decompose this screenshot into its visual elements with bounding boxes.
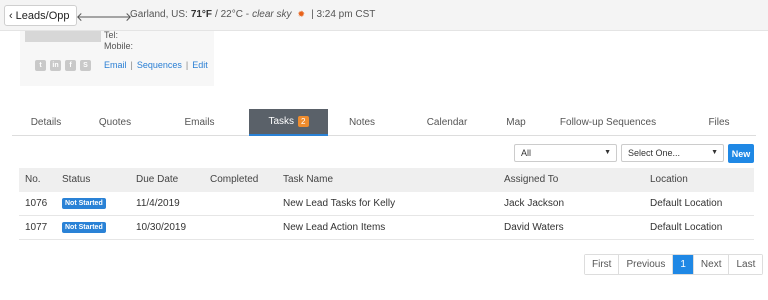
sequences-link[interactable]: Sequences [137,60,182,70]
tab-label: Files [708,117,730,128]
caret-down-icon: ▼ [604,149,611,156]
tab-emails[interactable]: Emails [150,109,249,136]
status-filter-select[interactable]: All ▼ [514,144,617,162]
link-separator: | [130,60,133,70]
arrow-right-icon[interactable]: 🡒 [100,6,132,26]
pagination: First Previous 1 Next Last [584,254,764,275]
tab-quotes[interactable]: Quotes [80,109,150,136]
link-separator: | [185,60,189,70]
tab-label: Map [506,117,526,128]
table-header-row: No. Status Due Date Completed Task Name … [19,168,754,192]
status-badge: Not Started [62,197,106,209]
tab-label: Notes [348,117,376,128]
sun-icon: ✹ [297,9,306,19]
assignee-filter-value: Select One... [628,148,681,158]
assigned-to: Jack Jackson [504,198,565,209]
tab-follow-up-sequences[interactable]: Follow-up Sequences [534,109,682,136]
back-to-leads-button[interactable]: ‹ Leads/Opp [4,5,77,26]
local-time: | 3:24 pm CST [311,9,376,20]
tab-details[interactable]: Details [12,109,80,136]
pagination-last[interactable]: Last [729,255,763,274]
status-badge: Not Started [62,221,106,233]
weather-location: Garland, US: [130,9,188,20]
column-header-completed[interactable]: Completed [210,168,258,192]
tab-label: Follow-up Sequences [559,117,657,128]
column-header-status[interactable]: Status [62,168,90,192]
tab-bar: Details Quotes Emails Tasks 2 Notes Calen… [12,109,756,136]
tab-files[interactable]: Files [682,109,756,136]
card-action-links: Email | Sequences | Edit [104,60,208,70]
skype-icon[interactable]: S [80,60,91,71]
pagination-next[interactable]: Next [693,255,730,274]
card-header-shape [25,31,101,42]
weather-condition: clear sky [252,9,292,20]
table-row[interactable]: 1076 Not Started 11/4/2019 New Lead Task… [19,192,754,216]
assignee-filter-select[interactable]: Select One... ▼ [621,144,724,162]
tasks-count-badge: 2 [298,116,309,127]
tab-notes[interactable]: Notes [328,109,396,136]
temperature-fahrenheit: 71°F [190,9,213,20]
edit-link[interactable]: Edit [192,60,208,70]
pagination-first[interactable]: First [585,255,620,274]
task-number: 1076 [25,198,48,209]
column-header-no[interactable]: No. [25,168,41,192]
table-row[interactable]: 1077 Not Started 10/30/2019 New Lead Act… [19,216,754,240]
tab-map[interactable]: Map [498,109,534,136]
column-header-task-name[interactable]: Task Name [283,168,333,192]
due-date: 11/4/2019 [136,198,180,209]
task-name: New Lead Action Items [283,222,386,233]
tab-label: Tasks [268,116,295,127]
location: Default Location [650,222,723,233]
linkedin-icon[interactable]: in [50,60,61,71]
weather-widget: Garland, US: 71°F / 22°C - clear sky ✹ |… [130,9,375,20]
assigned-to: David Waters [504,222,564,233]
tab-label: Calendar [426,117,468,128]
tab-label: Emails [184,117,215,128]
new-task-button[interactable]: New [728,144,754,163]
tab-label: Details [30,117,62,128]
due-date: 10/30/2019 [136,222,187,233]
pagination-page-current[interactable]: 1 [673,255,694,274]
tasks-table: No. Status Due Date Completed Task Name … [19,168,754,240]
tel-label: Tel: [104,30,119,40]
chevron-left-icon: ‹ [9,9,13,22]
tab-calendar[interactable]: Calendar [396,109,498,136]
column-header-due-date[interactable]: Due Date [136,168,178,192]
social-links: t in f S [35,60,91,71]
column-header-location[interactable]: Location [650,168,688,192]
location: Default Location [650,198,723,209]
mobile-label: Mobile: [104,41,134,51]
status-cell: Not Started [62,192,106,216]
email-link[interactable]: Email [104,60,127,70]
pagination-previous[interactable]: Previous [619,255,674,274]
status-filter-value: All [521,148,532,158]
tab-label: Quotes [98,117,132,128]
task-number: 1077 [25,222,48,233]
temperature-celsius: / 22°C - [215,9,250,20]
top-bar: ‹ Leads/Opp 🡐 🡒 Garland, US: 71°F / 22°C… [0,0,768,31]
facebook-icon[interactable]: f [65,60,76,71]
column-header-assigned-to[interactable]: Assigned To [504,168,558,192]
twitter-icon[interactable]: t [35,60,46,71]
tab-tasks[interactable]: Tasks 2 [249,109,328,136]
status-cell: Not Started [62,216,106,240]
task-name: New Lead Tasks for Kelly [283,198,396,209]
contact-card: Tel: Mobile: t in f S Email | Sequences | Ed… [20,30,214,86]
caret-down-icon: ▼ [711,149,718,156]
back-button-label: Leads/Opp [15,9,70,22]
